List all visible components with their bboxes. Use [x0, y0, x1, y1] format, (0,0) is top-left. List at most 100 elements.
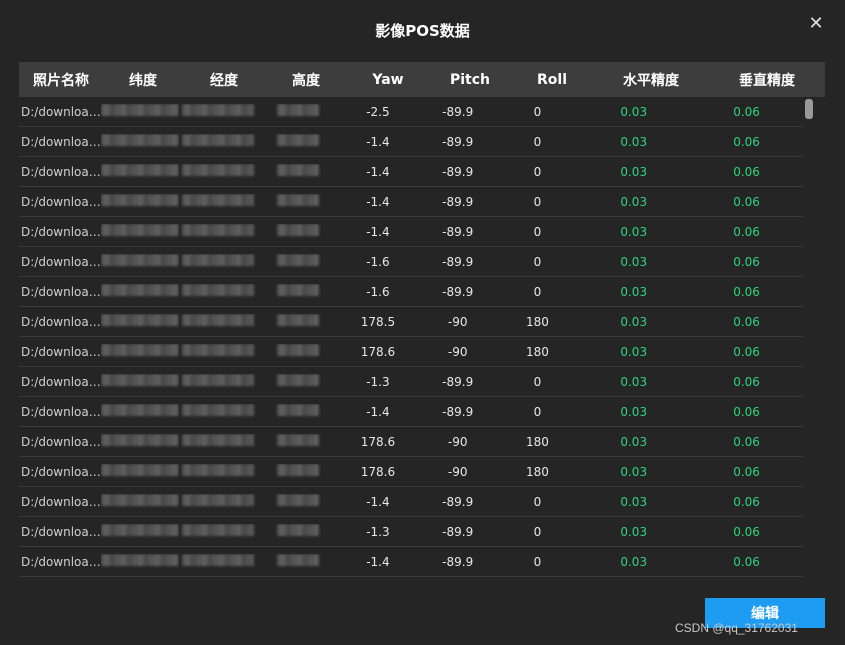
- cell-pitch: -89.9: [442, 224, 474, 239]
- cell-yaw: -1.4: [366, 554, 390, 569]
- header-longitude[interactable]: 经度: [183, 70, 265, 90]
- redacted-value: [100, 494, 179, 506]
- table-row[interactable]: D:/download... 178.6 -90 180 0.03 0.06: [19, 427, 803, 457]
- cell-photo-name: D:/download...: [21, 194, 101, 209]
- table-row[interactable]: D:/download... 178.6 -90 180 0.03 0.06: [19, 337, 803, 367]
- cell-longitude: [179, 134, 259, 149]
- close-icon[interactable]: ✕: [807, 15, 825, 33]
- cell-pitch: -90: [447, 434, 468, 449]
- cell-latitude: [100, 194, 179, 209]
- header-pitch[interactable]: Pitch: [429, 72, 511, 88]
- cell-roll: 0: [533, 224, 542, 239]
- cell-roll: 180: [525, 434, 549, 449]
- cell-yaw: -1.4: [366, 194, 390, 209]
- cell-horizontal-accuracy: 0.03: [620, 494, 648, 509]
- redacted-value: [100, 524, 179, 536]
- table-scrollbar[interactable]: [805, 99, 813, 579]
- redacted-value: [277, 344, 320, 356]
- cell-longitude: [179, 224, 259, 239]
- redacted-value: [100, 194, 179, 206]
- redacted-value: [277, 284, 320, 296]
- header-horizontal-accuracy[interactable]: 水平精度: [593, 70, 709, 90]
- table-row[interactable]: D:/download... -1.4 -89.9 0 0.03 0.06: [19, 217, 803, 247]
- cell-photo-name: D:/download...: [21, 404, 101, 419]
- cell-vertical-accuracy: 0.06: [733, 344, 760, 359]
- table-row[interactable]: D:/download... -1.4 -89.9 0 0.03 0.06: [19, 157, 803, 187]
- redacted-value: [100, 344, 179, 356]
- cell-yaw: -1.4: [366, 404, 390, 419]
- cell-roll: 0: [533, 494, 542, 509]
- cell-horizontal-accuracy: 0.03: [620, 344, 648, 359]
- cell-photo-name: D:/download...: [21, 284, 101, 299]
- cell-roll: 180: [525, 464, 549, 479]
- cell-latitude: [100, 524, 179, 539]
- table-row[interactable]: D:/download... -1.6 -89.9 0 0.03 0.06: [19, 247, 803, 277]
- cell-horizontal-accuracy: 0.03: [620, 164, 648, 179]
- table-row[interactable]: D:/download... -1.4 -89.9 0 0.03 0.06: [19, 397, 803, 427]
- redacted-value: [100, 434, 179, 446]
- table-row[interactable]: D:/download... -1.4 -89.9 0 0.03 0.06: [19, 187, 803, 217]
- cell-horizontal-accuracy: 0.03: [620, 104, 648, 119]
- cell-vertical-accuracy: 0.06: [733, 134, 760, 149]
- cell-latitude: [100, 254, 179, 269]
- cell-photo-name: D:/download...: [21, 494, 101, 509]
- table-row[interactable]: D:/download... -1.6 -89.9 0 0.03 0.06: [19, 277, 803, 307]
- redacted-value: [277, 524, 320, 536]
- cell-pitch: -89.9: [442, 194, 474, 209]
- cell-yaw: 178.6: [360, 434, 396, 449]
- cell-longitude: [179, 164, 259, 179]
- redacted-value: [182, 164, 255, 176]
- redacted-value: [277, 194, 320, 206]
- cell-latitude: [100, 374, 179, 389]
- cell-roll: 0: [533, 104, 542, 119]
- redacted-value: [277, 314, 320, 326]
- cell-roll: 180: [525, 344, 549, 359]
- cell-longitude: [179, 254, 259, 269]
- redacted-value: [277, 134, 320, 146]
- header-roll[interactable]: Roll: [511, 72, 593, 88]
- redacted-value: [182, 224, 255, 236]
- table-row[interactable]: D:/download... 178.5 -90 180 0.03 0.06: [19, 307, 803, 337]
- cell-yaw: 178.6: [360, 344, 396, 359]
- header-latitude[interactable]: 纬度: [103, 70, 183, 90]
- cell-vertical-accuracy: 0.06: [733, 434, 760, 449]
- table-row[interactable]: D:/download... 178.6 -90 180 0.03 0.06: [19, 457, 803, 487]
- scrollbar-thumb[interactable]: [805, 99, 813, 119]
- cell-vertical-accuracy: 0.06: [733, 194, 760, 209]
- redacted-value: [100, 404, 179, 416]
- redacted-value: [100, 554, 179, 566]
- cell-altitude: [258, 494, 338, 509]
- cell-altitude: [258, 134, 338, 149]
- table-row[interactable]: D:/download... -1.3 -89.9 0 0.03 0.06: [19, 517, 803, 547]
- cell-photo-name: D:/download...: [21, 554, 101, 569]
- table-row[interactable]: D:/download... -1.4 -89.9 0 0.03 0.06: [19, 487, 803, 517]
- redacted-value: [277, 104, 320, 116]
- cell-pitch: -89.9: [442, 374, 474, 389]
- cell-roll: 0: [533, 134, 542, 149]
- redacted-value: [277, 374, 320, 386]
- table-row[interactable]: D:/download... -1.4 -89.9 0 0.03 0.06: [19, 127, 803, 157]
- redacted-value: [100, 164, 179, 176]
- cell-altitude: [258, 254, 338, 269]
- cell-altitude: [258, 524, 338, 539]
- table-row[interactable]: D:/download... -1.3 -89.9 0 0.03 0.06: [19, 367, 803, 397]
- table-row[interactable]: D:/download... -1.4 -89.9 0 0.03 0.06: [19, 547, 803, 577]
- cell-latitude: [100, 284, 179, 299]
- table-row[interactable]: D:/download... -2.5 -89.9 0 0.03 0.06: [19, 97, 803, 127]
- cell-horizontal-accuracy: 0.03: [620, 194, 648, 209]
- header-yaw[interactable]: Yaw: [347, 72, 429, 88]
- redacted-value: [100, 224, 179, 236]
- header-altitude[interactable]: 高度: [265, 70, 347, 90]
- cell-altitude: [258, 464, 338, 479]
- header-vertical-accuracy[interactable]: 垂直精度: [709, 70, 825, 90]
- cell-yaw: -1.6: [366, 284, 390, 299]
- cell-vertical-accuracy: 0.06: [733, 104, 760, 119]
- cell-latitude: [100, 404, 179, 419]
- cell-roll: 0: [533, 284, 542, 299]
- cell-longitude: [179, 344, 259, 359]
- cell-vertical-accuracy: 0.06: [733, 374, 760, 389]
- header-photo-name[interactable]: 照片名称: [19, 70, 103, 90]
- cell-photo-name: D:/download...: [21, 374, 101, 389]
- cell-yaw: -2.5: [366, 104, 390, 119]
- cell-yaw: -1.3: [366, 374, 390, 389]
